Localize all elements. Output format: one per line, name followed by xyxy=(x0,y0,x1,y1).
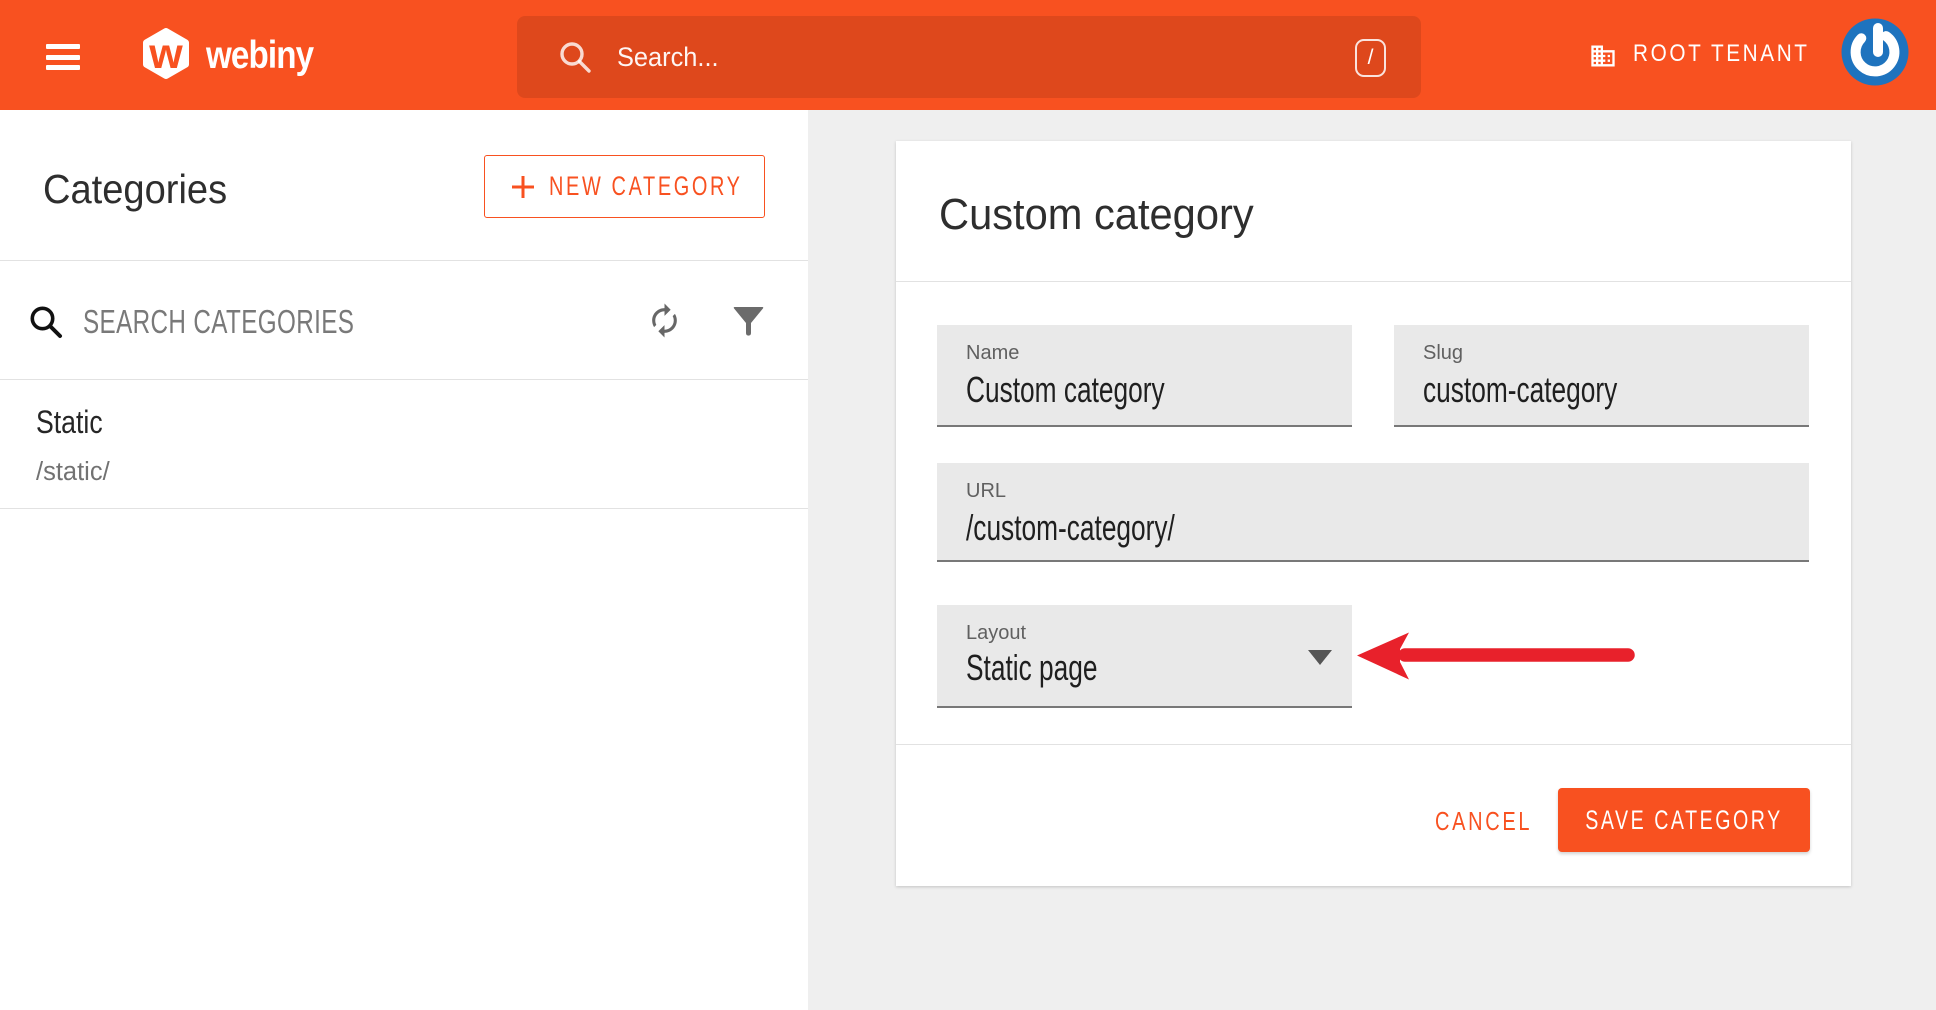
svg-text:w: w xyxy=(148,30,183,78)
